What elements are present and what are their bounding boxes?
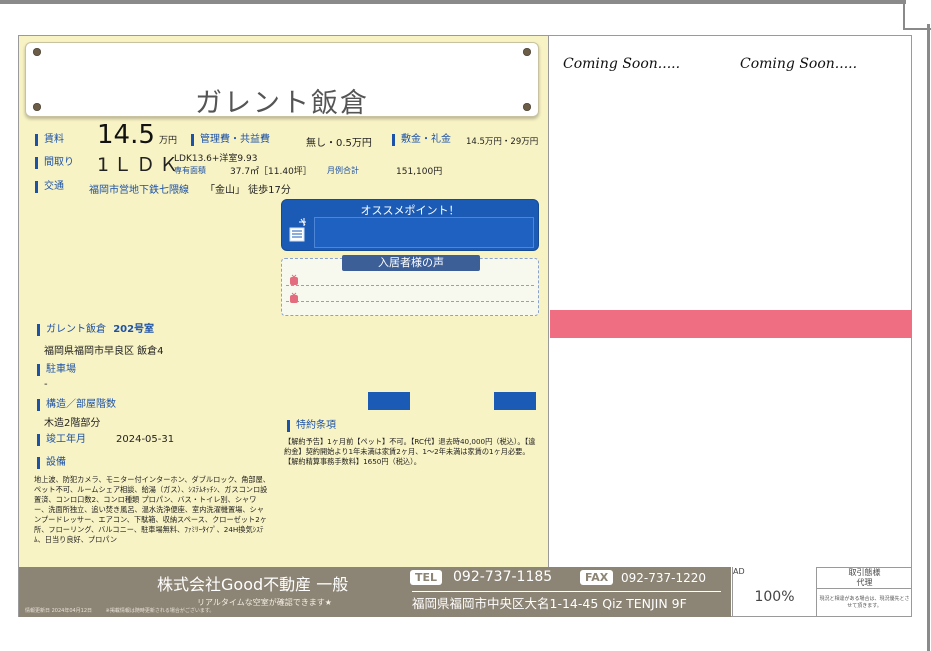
rent-unit: 万円 xyxy=(159,136,178,146)
deposit-label: 敷金・礼金 xyxy=(392,134,451,146)
facilities-label: 設備 xyxy=(37,457,66,469)
structure-label: 構造／部屋階数 xyxy=(37,399,116,411)
recommend-title: オススメポイント！ xyxy=(360,204,460,217)
speech-icon xyxy=(290,274,298,285)
rivet-icon xyxy=(523,48,531,56)
transaction-type: 取引態様 代理 xyxy=(817,568,912,589)
facilities-text: 地上波、防犯カメラ、モニター付インターホン、ダブルロック、角部屋、ペット不可、ル… xyxy=(34,475,270,544)
tel-number[interactable]: 092-737-1185 xyxy=(453,569,552,585)
property-address: 福岡県福岡市早良区 飯倉4 xyxy=(44,346,164,357)
photo-placeholder-1: Coming Soon..... xyxy=(563,56,681,72)
fax-number: 092-737-1220 xyxy=(621,571,707,585)
parking-value: - xyxy=(44,379,48,390)
footer: 株式会社Good不動産 一般 リアルタイムな空室が確認できます★ 情報更新日 2… xyxy=(19,567,731,617)
parking-label: 駐車場 xyxy=(37,364,76,376)
area-value: 37.7㎡［11.40坪］ xyxy=(230,167,312,177)
transaction-type-label: 取引態様 xyxy=(848,568,881,577)
area-label: 専有面積 xyxy=(174,166,206,175)
photo-placeholder-2: Coming Soon..... xyxy=(740,56,858,72)
rivet-icon xyxy=(33,48,41,56)
special-label: 特約条項 xyxy=(287,420,336,432)
update-disclaimer: ※掲載情報は随時更新される場合がございます。 xyxy=(105,608,215,614)
fax-badge: FAX xyxy=(580,570,614,585)
transaction-type-value: 代理 xyxy=(856,578,873,587)
layout-label: 間取り xyxy=(35,157,74,169)
transaction-type-box: 取引態様 代理 現況と相違がある場合は、現況優先とさせて頂きます。 xyxy=(816,567,912,617)
layout-value: 1ＬＤＫ xyxy=(97,154,183,176)
ad-box: AD 100% xyxy=(732,567,816,617)
rent-value: 14.5 xyxy=(97,120,155,150)
special-text: 【解約予告】1ヶ月前【ペット】不可。【RC代】退去時40,000円（税込）。【違… xyxy=(284,437,536,466)
divider xyxy=(286,285,534,286)
divider xyxy=(286,301,534,302)
structure-value: 木造2階部分 xyxy=(44,418,101,429)
voice-box: 入居者様の声 xyxy=(281,255,539,316)
room-property-name: ガレント飯倉 xyxy=(46,324,106,335)
recommend-box: オススメポイント！ xyxy=(281,199,539,251)
access-station: 「金山」 徒歩17分 xyxy=(205,185,291,196)
tel-badge: TEL xyxy=(410,570,443,585)
update-note: 情報更新日 2024年04月12日 ※掲載情報は随時更新される場合がございます。 xyxy=(25,607,214,614)
speech-icon xyxy=(290,292,298,303)
room-heading: ガレント飯倉 202号室 xyxy=(37,324,154,336)
page-edge xyxy=(927,24,930,651)
room-number: 202号室 xyxy=(113,324,155,335)
completion-value: 2024-05-31 xyxy=(116,434,175,445)
document-stack-icon xyxy=(289,218,306,242)
voice-title: 入居者様の声 xyxy=(342,255,480,271)
completion-label: 竣工年月 xyxy=(37,434,86,446)
ad-value: 100% xyxy=(754,589,795,605)
rent-label: 賃料 xyxy=(35,134,64,146)
title-plate: ガレント飯倉 xyxy=(25,42,539,119)
company-address: 福岡県福岡市中央区大名1-14-45 Qiz TENJIN 9F xyxy=(412,591,721,612)
monthly-label: 月例合計 xyxy=(327,166,359,175)
update-date: 情報更新日 2024年04月12日 xyxy=(25,608,93,614)
map-marker-block xyxy=(494,392,536,410)
listing-sheet: ガレント飯倉 賃料 14.5 万円 管理費・共益費 無し・0.5万円 敷金・礼金… xyxy=(18,35,912,617)
access-line: 福岡市営地下鉄七隈線 xyxy=(89,185,189,196)
ad-label: AD xyxy=(733,567,745,576)
fee-value: 無し・0.5万円 xyxy=(306,138,372,149)
map-marker-block xyxy=(368,392,410,410)
layout-detail: LDK13.6+洋室9.93 xyxy=(174,154,258,164)
monthly-value: 151,100円 xyxy=(396,167,443,177)
fee-label: 管理費・共益費 xyxy=(191,134,270,146)
deposit-value: 14.5万円・29万円 xyxy=(466,137,539,147)
access-label: 交通 xyxy=(35,181,64,193)
recommend-content xyxy=(314,217,534,248)
transaction-note: 現況と相違がある場合は、現況優先とさせて頂きます。 xyxy=(819,596,910,609)
tagline: リアルタイムな空室が確認できます★ xyxy=(197,598,332,607)
divider-bar xyxy=(550,310,912,338)
company-name: 株式会社Good不動産 一般 xyxy=(157,575,349,594)
property-title: ガレント飯倉 xyxy=(195,88,369,119)
info-panel: ガレント飯倉 賃料 14.5 万円 管理費・共益費 無し・0.5万円 敷金・礼金… xyxy=(19,36,549,567)
